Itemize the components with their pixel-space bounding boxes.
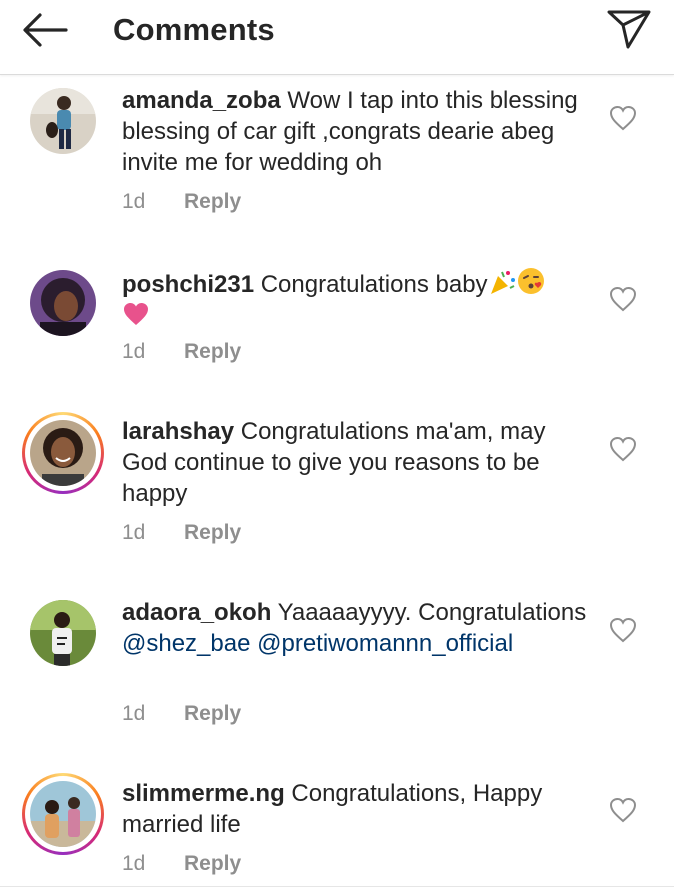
pink-heart-emoji xyxy=(124,303,148,325)
mention-link[interactable]: @shez_bae xyxy=(122,630,250,657)
heart-icon[interactable] xyxy=(609,617,637,643)
avatar xyxy=(30,420,96,486)
bottom-divider xyxy=(0,886,674,887)
comment-time: 1d xyxy=(122,190,146,213)
heart-icon[interactable] xyxy=(609,797,637,823)
comment-text: adaora_okoh Yaaaaayyyy. Congratulations … xyxy=(122,597,592,659)
comment-time: 1d xyxy=(122,340,146,363)
paper-plane-icon[interactable] xyxy=(606,8,652,50)
comment-meta: 1d Reply xyxy=(122,521,241,545)
arrow-left-icon[interactable] xyxy=(20,10,70,50)
comment-time: 1d xyxy=(122,852,146,875)
comment-username[interactable]: poshchi231 xyxy=(122,271,254,298)
comment-text: larahshay Congratulations ma'am, may God… xyxy=(122,416,592,509)
comment-body: Yaaaaayyyy. Congratulations xyxy=(277,599,587,626)
reply-button[interactable]: Reply xyxy=(184,702,241,725)
comment-username[interactable]: amanda_zoba xyxy=(122,87,281,114)
heart-icon[interactable] xyxy=(609,286,637,312)
heart-icon[interactable] xyxy=(609,436,637,462)
comment-time: 1d xyxy=(122,521,146,544)
comment-username[interactable]: adaora_okoh xyxy=(122,599,271,626)
avatar-story-ring[interactable] xyxy=(22,773,104,855)
comment-meta: 1d Reply xyxy=(122,702,241,726)
comment-username[interactable]: larahshay xyxy=(122,418,234,445)
reply-button[interactable]: Reply xyxy=(184,190,241,213)
comment-meta: 1d Reply xyxy=(122,190,241,214)
comment-text: poshchi231 Congratulations baby xyxy=(122,266,592,331)
comment-meta: 1d Reply xyxy=(122,852,241,876)
avatar xyxy=(30,781,96,847)
avatar-story-ring[interactable] xyxy=(22,412,104,494)
avatar[interactable] xyxy=(30,270,96,336)
kissing-face-emoji xyxy=(517,268,544,294)
comment-time: 1d xyxy=(122,702,146,725)
reply-button[interactable]: Reply xyxy=(184,852,241,875)
top-bar: Comments xyxy=(0,0,674,75)
avatar[interactable] xyxy=(30,600,96,666)
comment-body: Congratulations baby xyxy=(260,271,488,298)
mention-link[interactable]: @pretiwomannn_official xyxy=(257,630,513,657)
page-title: Comments xyxy=(113,12,275,47)
avatar[interactable] xyxy=(30,88,96,154)
comment-username[interactable]: slimmerme.ng xyxy=(122,780,285,807)
comment-text: amanda_zoba Wow I tap into this blessing… xyxy=(122,85,592,178)
reply-button[interactable]: Reply xyxy=(184,521,241,544)
heart-icon[interactable] xyxy=(609,105,637,131)
party-popper-emoji xyxy=(490,271,515,294)
comment-meta: 1d Reply xyxy=(122,340,241,364)
comment-text: slimmerme.ng Congratulations, Happy marr… xyxy=(122,778,592,840)
reply-button[interactable]: Reply xyxy=(184,340,241,363)
